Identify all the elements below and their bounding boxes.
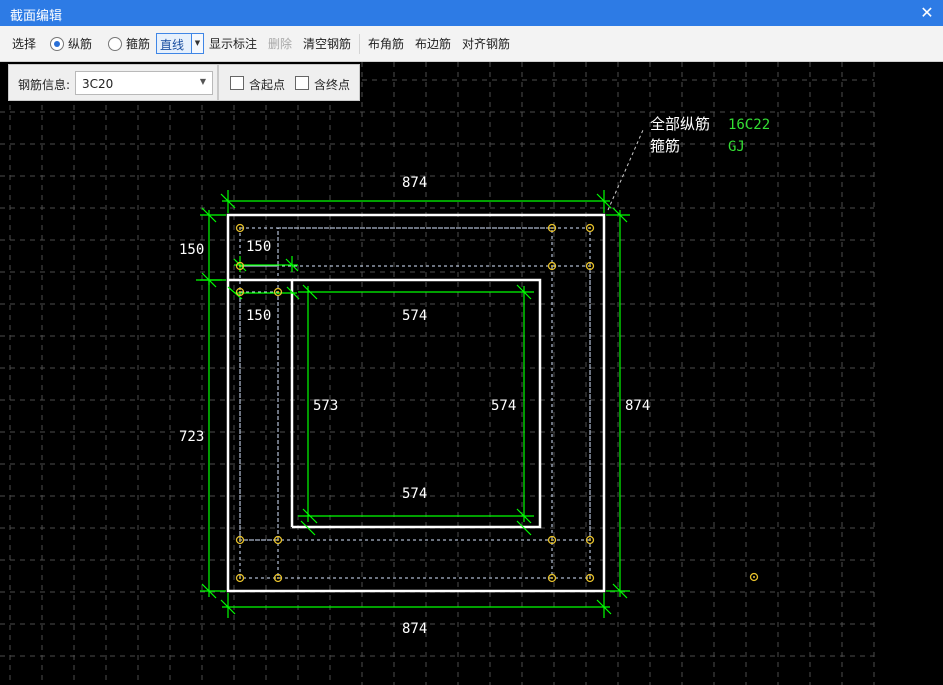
legend-stirrup-label: 箍筋 (650, 137, 680, 155)
section-canvas[interactable]: 874 874 874 723 150 150 150 574 574 573 … (0, 0, 943, 685)
legend-all-long-label: 全部纵筋 (650, 115, 710, 133)
dim-leg-horizontal: 150 (246, 239, 271, 255)
dim-leg-top-left: 150 (179, 242, 204, 258)
dim-inner-left: 573 (313, 398, 338, 414)
legend-all-long-value: 16C22 (728, 117, 770, 133)
dim-bottom: 874 (402, 621, 427, 637)
dim-inner-right: 574 (491, 398, 516, 414)
dim-leg-inner: 150 (246, 308, 271, 324)
dim-right: 874 (625, 398, 650, 414)
dim-left: 723 (179, 429, 204, 445)
legend-stirrup-value: GJ (728, 139, 745, 155)
dim-top: 874 (402, 175, 427, 191)
dim-inner-top: 574 (402, 308, 427, 324)
section-outline (226, 213, 606, 593)
legend-leader-line (607, 129, 644, 211)
dim-inner-bottom: 574 (402, 486, 427, 502)
